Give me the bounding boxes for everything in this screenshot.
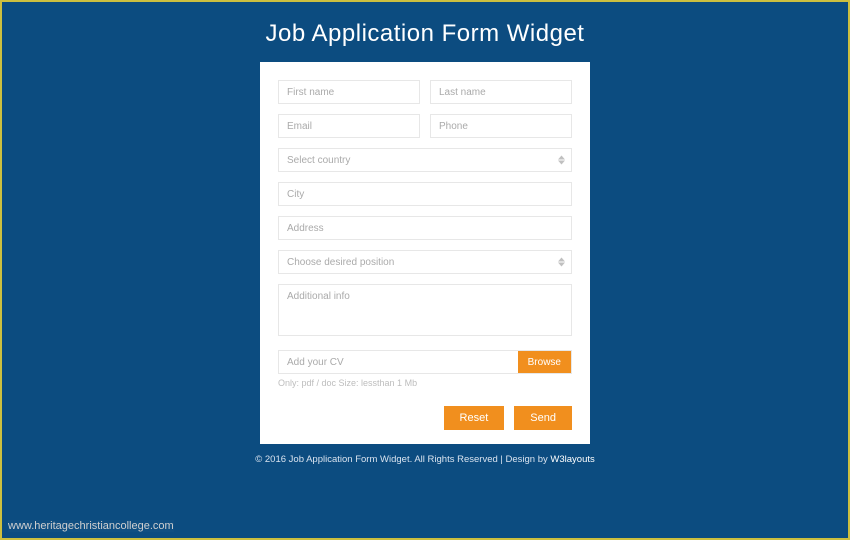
last-name-field[interactable]: Last name — [430, 80, 572, 104]
chevron-up-down-icon — [558, 258, 565, 267]
email-field[interactable]: Email — [278, 114, 420, 138]
position-select[interactable]: Choose desired position — [278, 250, 572, 274]
footer: © 2016 Job Application Form Widget. All … — [2, 444, 848, 475]
position-select-label: Choose desired position — [287, 257, 394, 268]
phone-field[interactable]: Phone — [430, 114, 572, 138]
city-field[interactable]: City — [278, 182, 572, 206]
cv-upload-field: Add your CV Browse — [278, 350, 572, 374]
send-button[interactable]: Send — [514, 406, 572, 430]
reset-button[interactable]: Reset — [444, 406, 505, 430]
cv-hint: Only: pdf / doc Size: lessthan 1 Mb — [278, 378, 572, 388]
first-name-field[interactable]: First name — [278, 80, 420, 104]
footer-text: © 2016 Job Application Form Widget. All … — [255, 454, 550, 465]
address-field[interactable]: Address — [278, 216, 572, 240]
footer-link[interactable]: W3layouts — [550, 454, 594, 465]
page-title: Job Application Form Widget — [2, 2, 848, 62]
chevron-up-down-icon — [558, 156, 565, 165]
additional-info-textarea[interactable]: Additional info — [278, 284, 572, 336]
watermark: www.heritagechristiancollege.com — [8, 520, 174, 532]
cv-placeholder[interactable]: Add your CV — [279, 351, 518, 373]
country-select-label: Select country — [287, 155, 350, 166]
country-select[interactable]: Select country — [278, 148, 572, 172]
browse-button[interactable]: Browse — [518, 351, 571, 373]
form-card: First name Last name Email Phone Select … — [260, 62, 590, 444]
